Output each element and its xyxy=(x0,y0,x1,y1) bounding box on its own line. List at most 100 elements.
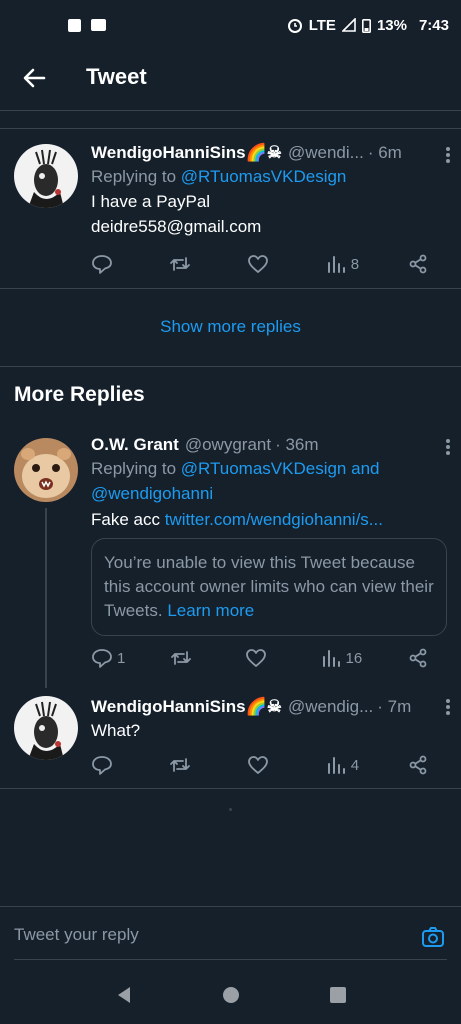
divider xyxy=(0,288,461,289)
more-options-icon[interactable] xyxy=(445,438,451,456)
avatar[interactable] xyxy=(14,696,78,760)
nav-back-icon[interactable] xyxy=(114,985,134,1005)
more-options-icon[interactable] xyxy=(445,146,451,164)
timestamp: · 36m xyxy=(275,435,319,454)
and-link[interactable]: and xyxy=(346,459,379,478)
heart-icon xyxy=(245,649,266,667)
divider xyxy=(0,366,461,367)
share-button[interactable] xyxy=(407,647,437,669)
replying-to: Replying to @RTuomasVKDesign xyxy=(91,164,447,189)
avatar[interactable] xyxy=(14,144,78,208)
divider xyxy=(0,788,461,789)
reply-button[interactable] xyxy=(91,754,121,776)
tweet-text: Fake acc twitter.com/wendgiohanni/s... xyxy=(91,507,447,532)
avatar[interactable] xyxy=(14,438,78,502)
display-name[interactable]: WendigoHanniSins🌈☠ xyxy=(91,697,282,717)
display-name[interactable]: O.W. Grant xyxy=(91,435,179,455)
retweet-button[interactable] xyxy=(169,253,199,275)
view-count: 8 xyxy=(350,255,360,273)
user-handle[interactable]: @wendig... xyxy=(288,697,373,717)
input-underline xyxy=(14,959,447,960)
retweet-button[interactable] xyxy=(170,647,200,669)
battery-level: 13% xyxy=(376,16,407,34)
mention-link[interactable]: @wendigohanni xyxy=(91,484,213,503)
share-icon xyxy=(409,648,427,668)
display-name[interactable]: WendigoHanniSins🌈☠ xyxy=(91,143,282,163)
page-title: Tweet xyxy=(86,64,147,89)
replying-prefix: Replying to xyxy=(91,459,181,478)
retweet-icon xyxy=(170,257,190,271)
heart-icon xyxy=(247,756,268,774)
reply-count: 1 xyxy=(117,649,126,667)
battery-icon xyxy=(361,18,371,33)
analytics-icon xyxy=(327,757,345,774)
back-arrow-icon[interactable] xyxy=(20,64,48,92)
tweet-actions: 4 xyxy=(91,754,437,776)
alarm-icon xyxy=(287,19,302,33)
retweet-button[interactable] xyxy=(169,754,199,776)
retweet-icon xyxy=(171,651,191,665)
tweet-url-link[interactable]: twitter.com/wendgiohanni/s... xyxy=(165,510,383,529)
reply-button[interactable]: 1 xyxy=(91,647,125,669)
clock: 7:43 xyxy=(418,16,449,34)
tweet-actions: 1 16 xyxy=(91,647,437,669)
analytics-icon xyxy=(327,256,345,273)
timestamp: · 6m xyxy=(367,143,402,162)
loading-indicator xyxy=(229,808,232,811)
network-label: LTE xyxy=(308,16,336,34)
thread-line xyxy=(45,508,47,688)
nav-recents-icon[interactable] xyxy=(328,985,348,1005)
alert-icon xyxy=(68,18,81,32)
analytics-icon xyxy=(322,650,340,667)
system-nav-bar xyxy=(0,966,461,1024)
retweet-icon xyxy=(170,758,190,772)
reply-icon xyxy=(92,756,112,775)
views-button[interactable]: 16 xyxy=(320,647,363,669)
top-bar: Tweet xyxy=(0,52,461,104)
tweet-text-prefix: Fake acc xyxy=(91,510,165,529)
reply-input[interactable]: Tweet your reply xyxy=(14,925,139,945)
nav-home-icon[interactable] xyxy=(221,985,241,1005)
mention-link[interactable]: @RTuomasVKDesign xyxy=(181,167,347,186)
more-replies-heading: More Replies xyxy=(14,383,145,406)
replying-prefix: Replying to xyxy=(91,167,181,186)
more-options-icon[interactable] xyxy=(445,698,451,716)
share-icon xyxy=(409,755,427,775)
like-button[interactable] xyxy=(247,754,277,776)
share-button[interactable] xyxy=(407,754,437,776)
avatar-image xyxy=(14,696,78,760)
heart-icon xyxy=(247,255,268,273)
divider xyxy=(0,110,461,111)
share-icon xyxy=(409,254,427,274)
like-button[interactable] xyxy=(245,647,275,669)
timestamp: · 7m xyxy=(377,697,412,716)
unavailable-message: You’re unable to view this Tweet because… xyxy=(104,553,434,620)
reply-icon xyxy=(92,649,112,668)
unavailable-tweet-card: You’re unable to view this Tweet because… xyxy=(91,538,447,636)
view-count: 4 xyxy=(350,756,360,774)
like-button[interactable] xyxy=(247,253,277,275)
tweet-text: I have a PayPal xyxy=(91,192,211,211)
tweet-text: deidre558@gmail.com xyxy=(91,217,262,236)
view-count: 16 xyxy=(345,649,363,667)
divider xyxy=(0,128,461,129)
learn-more-link[interactable]: Learn more xyxy=(167,601,254,620)
replying-to-line2: @wendigohanni xyxy=(91,481,447,506)
reply-composer: Tweet your reply xyxy=(0,906,461,964)
user-handle[interactable]: @owygrant xyxy=(185,435,271,455)
mail-icon xyxy=(91,19,106,31)
mention-link[interactable]: @RTuomasVKDesign xyxy=(181,459,347,478)
share-button[interactable] xyxy=(407,253,437,275)
avatar-image xyxy=(14,438,78,502)
reply-button[interactable] xyxy=(91,253,121,275)
camera-icon[interactable] xyxy=(421,925,445,949)
reply-icon xyxy=(92,255,112,274)
user-handle[interactable]: @wendi... xyxy=(288,143,364,163)
show-more-replies-button[interactable]: Show more replies xyxy=(0,290,461,364)
tweet-text: What? xyxy=(91,721,141,740)
views-button[interactable]: 8 xyxy=(325,253,359,275)
views-button[interactable]: 4 xyxy=(325,754,359,776)
avatar-image xyxy=(14,144,78,208)
tweet-actions: 8 xyxy=(91,253,437,275)
replying-to: Replying to @RTuomasVKDesign and xyxy=(91,456,447,481)
